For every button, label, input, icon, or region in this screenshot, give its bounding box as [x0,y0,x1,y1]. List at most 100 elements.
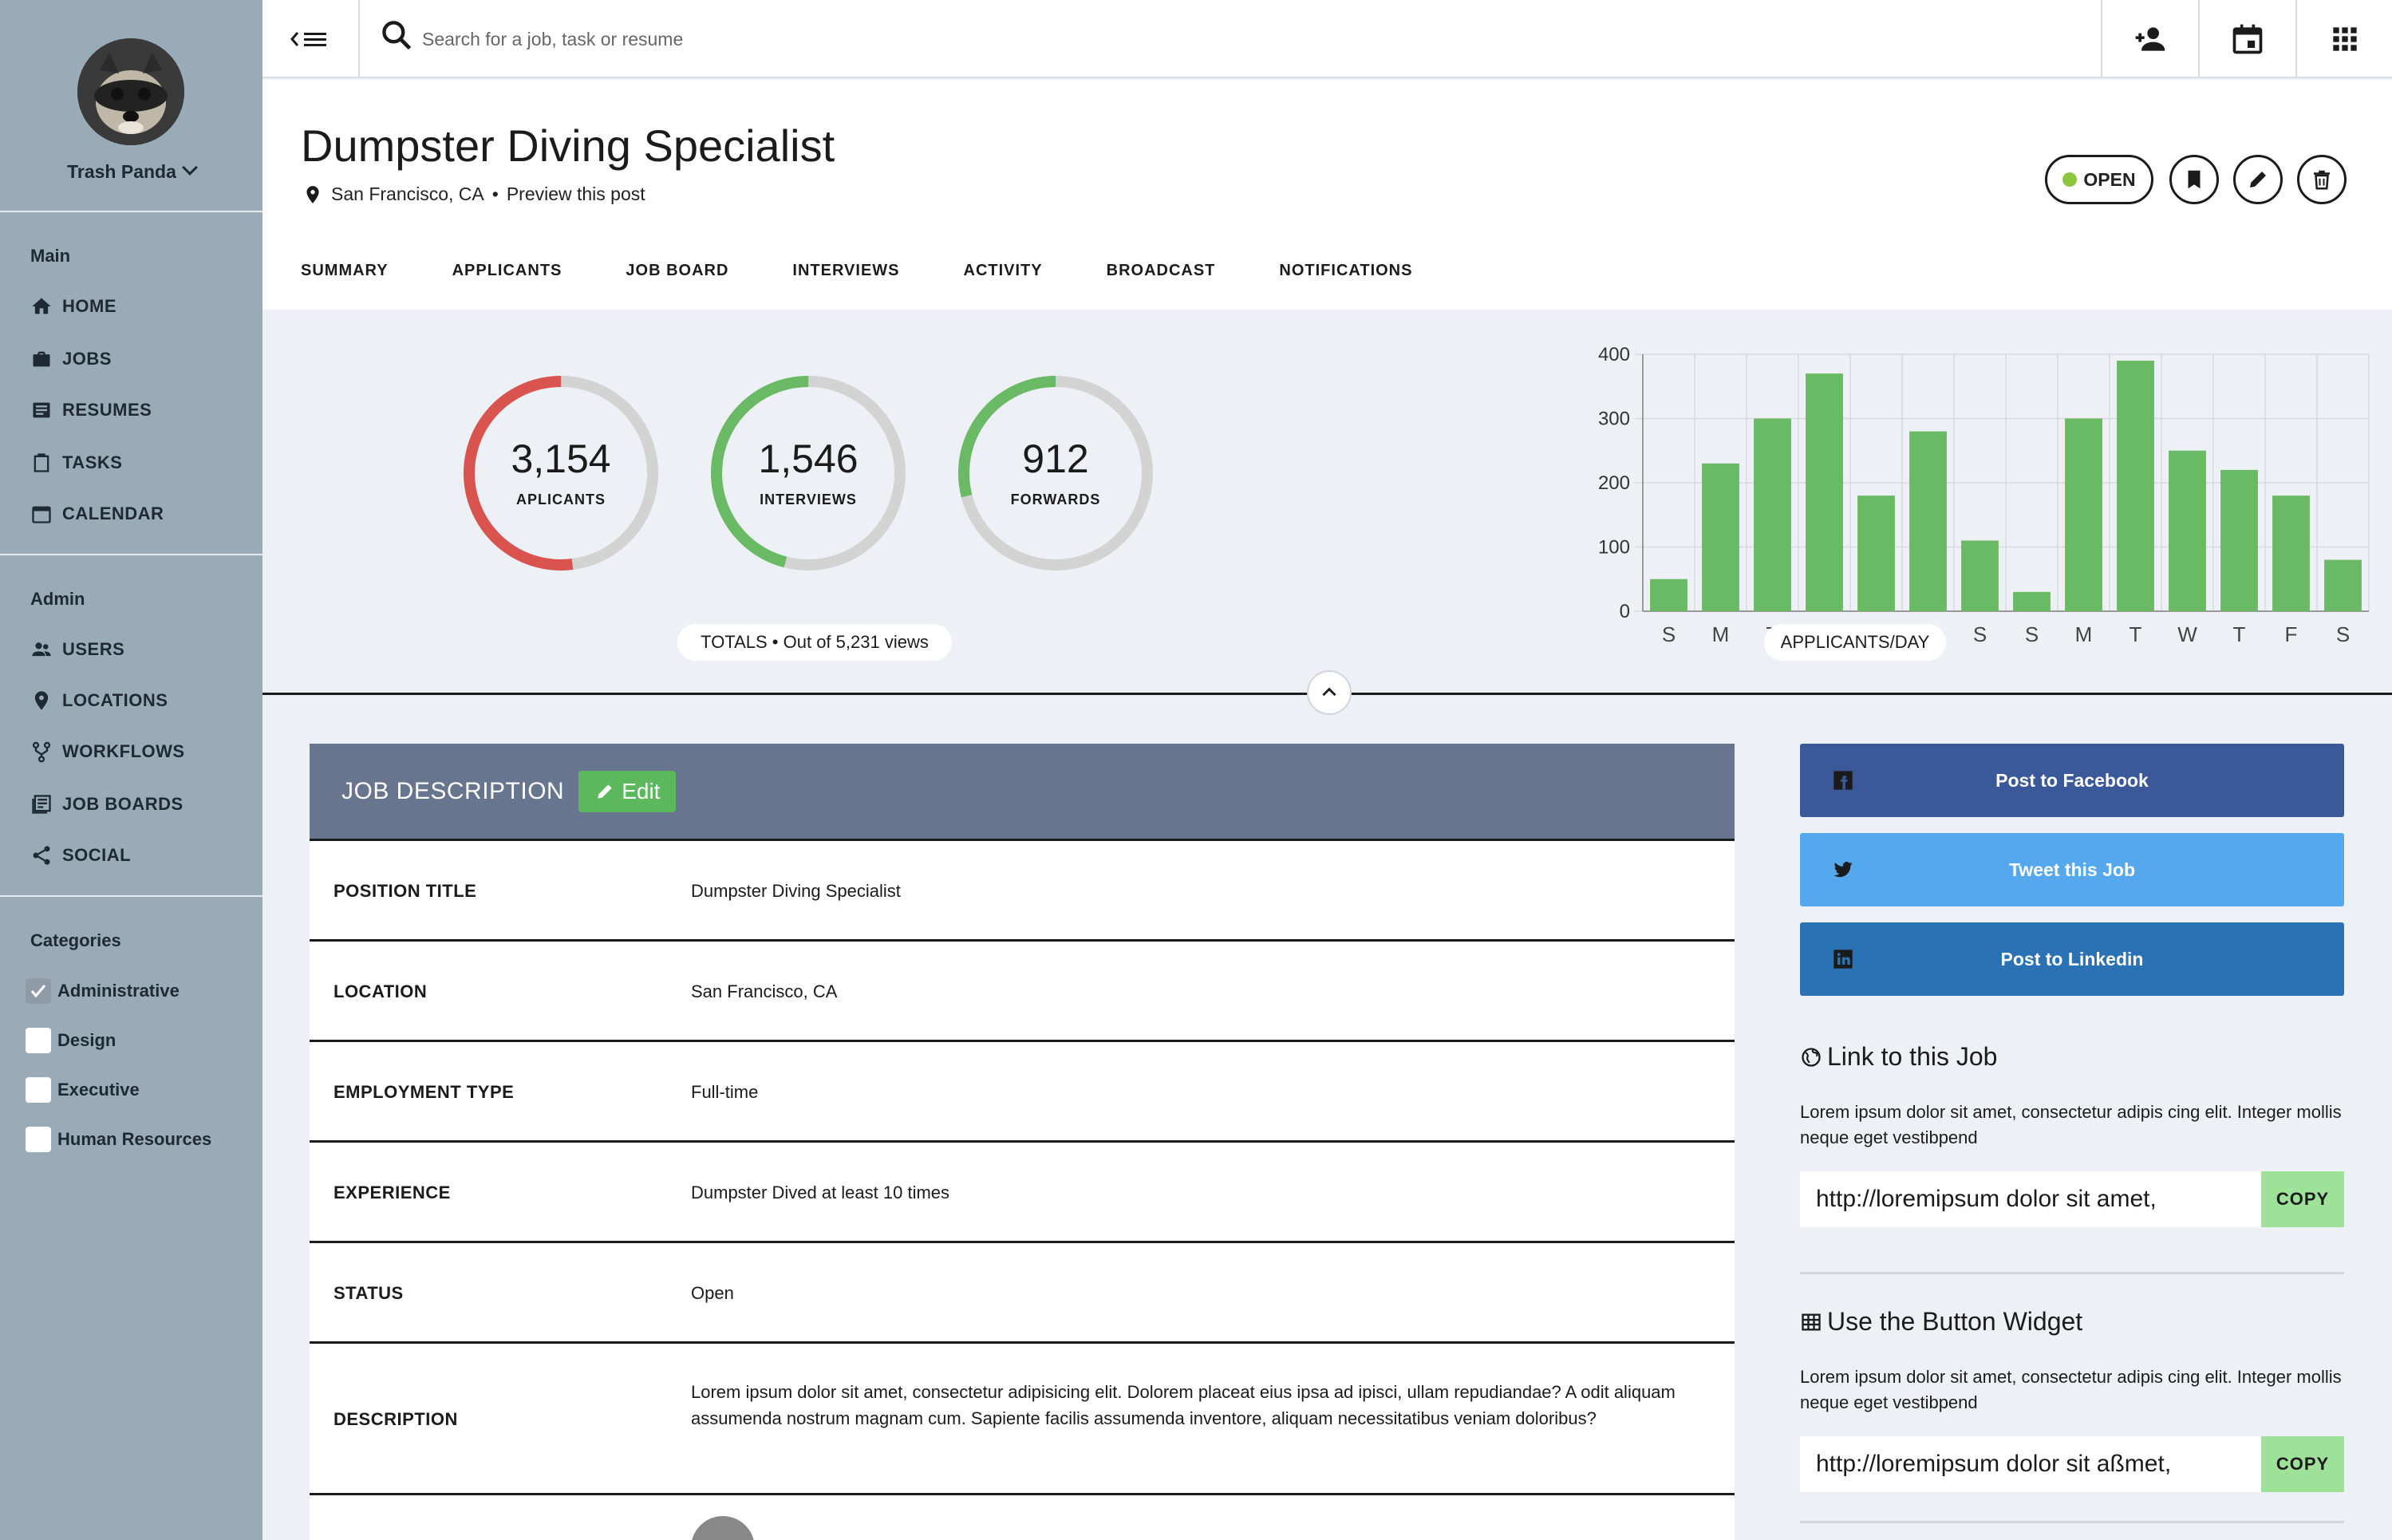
location-pin-icon [34,691,49,710]
edit-description-button[interactable]: Edit [578,770,677,812]
sidebar-item-label: CALENDAR [62,503,164,523]
sidebar-item-workflows[interactable]: WORKFLOWS [30,736,185,768]
search-input[interactable] [422,21,1459,57]
facebook-icon [1833,771,1853,790]
applicants-per-day-chart: 0100200300400SMTWTFSSMTWTFS [1598,344,2370,646]
x-tick-label: T [2130,622,2142,646]
tab-activity[interactable]: ACTIVITY [964,262,1043,280]
job-meta: San Francisco, CA • Preview this post [302,184,645,205]
bar [1754,418,1791,611]
sidebar-item-job-boards[interactable]: JOB BOARDS [30,788,184,820]
calendar-icon [2232,24,2263,54]
sidebar-item-social[interactable]: SOCIAL [30,839,131,871]
widget-link-input[interactable] [1800,1436,2261,1492]
sidebar-item-tasks[interactable]: TASKS [30,447,122,479]
nav-heading-categories: Categories [30,930,121,950]
job-description-card: JOB DESCRIPTION Edit POSITION TITLE Dump… [310,744,1735,1540]
ring-label: INTERVIEWS [760,492,857,507]
category-design[interactable]: Design [26,1025,116,1056]
y-tick-label: 0 [1620,601,1630,622]
twitter-label: Tweet this Job [2008,859,2136,880]
category-human-resources[interactable]: Human Resources [26,1123,211,1155]
apps-grid-button[interactable] [2295,0,2392,78]
tab-applicants[interactable]: APPLICANTS [452,262,562,280]
linkedin-label: Post to Linkedin [2000,948,2144,969]
category-label: Administrative [57,981,180,1001]
home-icon [32,298,51,314]
sidebar-item-label: HOME [62,296,116,316]
tab-notifications[interactable]: NOTIFICATIONS [1279,262,1412,280]
clipboard-icon [34,453,49,472]
calendar-icon [32,506,51,523]
chevron-down-icon [181,160,198,176]
user-menu[interactable]: Trash Panda [0,160,262,183]
sidebar-item-label: TASKS [62,452,123,472]
sidebar-item-resumes[interactable]: RESUMES [30,394,152,426]
avatar[interactable] [77,38,184,145]
table-row [310,1495,1735,1540]
applicants-ring: 3,154 APLICANTS [461,373,661,573]
row-key: EMPLOYMENT TYPE [334,1082,515,1102]
grid-table-icon [1802,1313,1821,1330]
sidebar-item-calendar[interactable]: CALENDAR [30,498,164,530]
row-value: Open [691,1283,734,1303]
sidebar-item-label: LOCATIONS [62,690,168,710]
calendar-button[interactable] [2198,0,2295,78]
status-badge[interactable]: OPEN [2045,155,2153,204]
tab-interviews[interactable]: INTERVIEWS [792,262,899,280]
copy-widget-button[interactable]: COPY [2261,1436,2344,1492]
job-link-field: COPY [1800,1171,2344,1227]
tab-job-board[interactable]: JOB BOARD [626,262,728,280]
share-icon [33,846,50,865]
tab-summary[interactable]: SUMMARY [301,262,389,280]
bar [1961,540,1999,611]
menu-toggle-button[interactable] [262,0,360,78]
copy-link-button[interactable]: COPY [2261,1171,2344,1227]
add-user-button[interactable] [2101,0,2198,78]
table-row: EMPLOYMENT TYPE Full-time [310,1042,1735,1143]
status-label: OPEN [2083,168,2136,190]
category-checkbox[interactable] [26,1077,51,1103]
forwards-ring: 912 FORWARDS [956,373,1155,573]
ring-value: 1,546 [758,436,859,481]
job-tabs: SUMMARY APPLICANTS JOB BOARD INTERVIEWS … [301,262,1412,280]
nav-heading-main: Main [30,246,71,266]
sidebar-item-label: RESUMES [62,400,152,420]
twitter-icon [1833,862,1853,878]
tab-broadcast[interactable]: BROADCAST [1107,262,1216,280]
delete-button[interactable] [2297,155,2347,204]
row-value: Lorem ipsum dolor sit amet, consectetur … [691,1382,1676,1428]
category-checkbox[interactable] [26,1028,51,1053]
job-boards-icon [32,795,51,814]
facebook-label: Post to Facebook [1995,769,2149,791]
profile-panel: Trash Panda [0,0,262,212]
category-checkbox[interactable] [26,1127,51,1152]
tweet-job-button[interactable]: Tweet this Job [1800,833,2344,906]
sidebar: Trash Panda Main HOME JOBS RESUMES TASKS… [0,0,262,1540]
sidebar-item-locations[interactable]: LOCATIONS [30,685,168,717]
post-to-facebook-button[interactable]: Post to Facebook [1800,744,2344,817]
category-checkbox[interactable] [26,978,51,1004]
search-icon [382,21,412,50]
row-value: Dumpster Dived at least 10 times [691,1183,950,1202]
page-title: Dumpster Diving Specialist [301,120,835,171]
sidebar-item-home[interactable]: HOME [30,290,116,322]
preview-link[interactable]: Preview this post [507,184,645,205]
bookmark-button[interactable] [2169,155,2219,204]
job-description-header: JOB DESCRIPTION Edit [310,744,1735,841]
checkmark-icon [30,985,46,998]
collapse-menu-icon [290,32,326,46]
sidebar-item-jobs[interactable]: JOBS [30,343,112,375]
pencil-icon [598,784,612,799]
x-tick-label: S [1662,622,1676,646]
edit-button[interactable] [2233,155,2283,204]
apps-grid-icon [2333,27,2357,51]
link-description: Lorem ipsum dolor sit amet, consectetur … [1800,1102,2342,1147]
users-icon [32,642,51,657]
category-administrative[interactable]: Administrative [26,975,180,1007]
category-executive[interactable]: Executive [26,1074,140,1106]
post-to-linkedin-button[interactable]: Post to Linkedin [1800,922,2344,996]
sidebar-item-users[interactable]: USERS [30,634,124,665]
collapse-stats-button[interactable] [1307,670,1352,715]
job-link-input[interactable] [1800,1171,2261,1227]
